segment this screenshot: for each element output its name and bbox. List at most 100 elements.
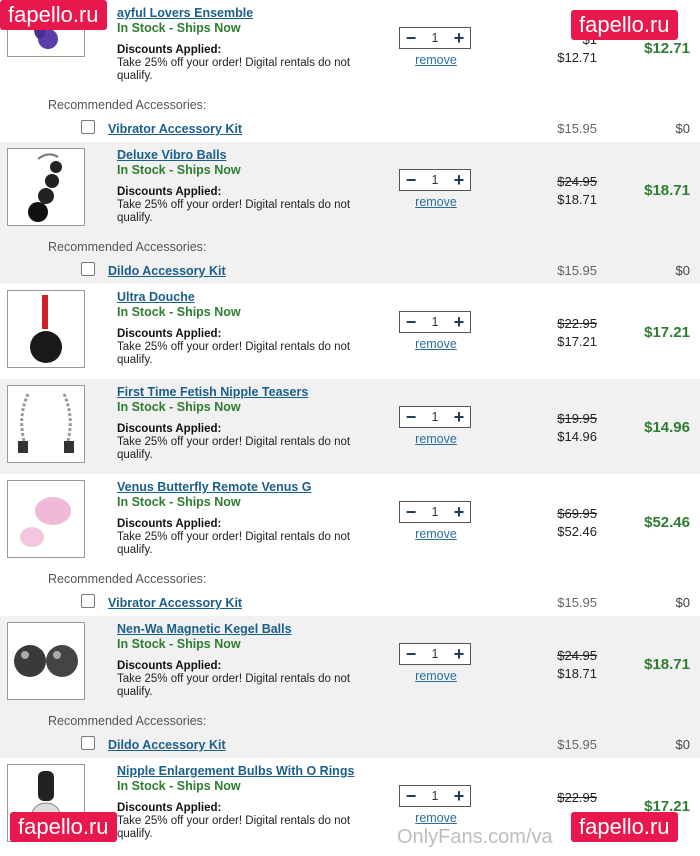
line-total: $12.71 — [644, 40, 690, 57]
remove-link[interactable]: remove — [399, 811, 473, 825]
product-thumbnail[interactable] — [7, 622, 85, 700]
accessory-price: $15.95 — [557, 595, 597, 610]
product-name-link[interactable]: Nipple Enlargement Bulbs With O Rings — [117, 764, 354, 778]
decrease-qty-button[interactable]: − — [400, 644, 422, 664]
recommended-label: Recommended Accessories: — [48, 714, 207, 728]
product-name-link[interactable]: Ultra Douche — [117, 290, 195, 304]
discount-title: Discounts Applied: — [117, 660, 222, 672]
quantity-value[interactable]: 1 — [422, 312, 448, 332]
product-name-link[interactable]: Venus Butterfly Remote Venus G — [117, 480, 312, 494]
decrease-qty-button[interactable]: − — [400, 170, 422, 190]
quantity-stepper: − 1 + — [399, 406, 471, 428]
quantity-value[interactable]: 1 — [422, 644, 448, 664]
sale-price: $17.21 — [557, 334, 597, 349]
sale-price: $52.46 — [557, 524, 597, 539]
decrease-qty-button[interactable]: − — [400, 502, 422, 522]
increase-qty-button[interactable]: + — [448, 312, 470, 332]
accessory-total: $0 — [675, 121, 690, 136]
original-price: $22.95 — [557, 790, 597, 805]
discount-title: Discounts Applied: — [117, 186, 222, 198]
accessory-link[interactable]: Dildo Accessory Kit — [108, 738, 226, 752]
accessory-checkbox[interactable] — [81, 262, 95, 276]
increase-qty-button[interactable]: + — [448, 502, 470, 522]
stock-status: In Stock - Ships Now — [117, 163, 241, 177]
accessory-checkbox[interactable] — [81, 736, 95, 750]
accessory-total: $0 — [675, 263, 690, 278]
remove-link[interactable]: remove — [399, 195, 473, 209]
sale-price: $12.71 — [557, 50, 597, 65]
quantity-stepper: − 1 + — [399, 27, 471, 49]
quantity-value[interactable]: 1 — [422, 786, 448, 806]
product-thumbnail[interactable] — [7, 290, 85, 368]
quantity-stepper: − 1 + — [399, 501, 471, 523]
original-price: $24.95 — [557, 648, 597, 663]
line-total: $52.46 — [644, 514, 690, 531]
remove-link[interactable]: remove — [399, 337, 473, 351]
remove-link[interactable]: remove — [399, 669, 473, 683]
accessory-total: $0 — [675, 737, 690, 752]
product-name-link[interactable]: ayful Lovers Ensemble — [117, 6, 253, 20]
accessory-checkbox[interactable] — [81, 120, 95, 134]
decrease-qty-button[interactable]: − — [400, 407, 422, 427]
accessory-checkbox[interactable] — [81, 594, 95, 608]
original-price: $22.95 — [557, 316, 597, 331]
product-name-link[interactable]: First Time Fetish Nipple Teasers — [117, 385, 308, 399]
recommended-label: Recommended Accessories: — [48, 572, 207, 586]
product-name-link[interactable]: Deluxe Vibro Balls — [117, 148, 227, 162]
line-total: $18.71 — [644, 182, 690, 199]
remove-link[interactable]: remove — [399, 527, 473, 541]
stock-status: In Stock - Ships Now — [117, 21, 241, 35]
product-thumbnail[interactable] — [7, 480, 85, 558]
increase-qty-button[interactable]: + — [448, 644, 470, 664]
discount-text: Take 25% off your order! Digital rentals… — [117, 815, 351, 840]
accessory-price: $15.95 — [557, 121, 597, 136]
quantity-value[interactable]: 1 — [422, 28, 448, 48]
line-total: $17.21 — [644, 324, 690, 341]
cart-list: ayful Lovers Ensemble In Stock - Ships N… — [0, 0, 700, 856]
cart-item-row: First Time Fetish Nipple Teasers In Stoc… — [0, 379, 700, 474]
watermark-badge: fapello.ru — [571, 10, 678, 40]
quantity-value[interactable]: 1 — [422, 170, 448, 190]
quantity-value[interactable]: 1 — [422, 502, 448, 522]
discount-text: Take 25% off your order! Digital rentals… — [117, 531, 351, 556]
increase-qty-button[interactable]: + — [448, 28, 470, 48]
sale-price: $14.96 — [557, 429, 597, 444]
stock-status: In Stock - Ships Now — [117, 305, 241, 319]
accessory-link[interactable]: Vibrator Accessory Kit — [108, 122, 242, 136]
discount-text: Take 25% off your order! Digital rentals… — [117, 341, 351, 366]
decrease-qty-button[interactable]: − — [400, 312, 422, 332]
watermark-badge: fapello.ru — [571, 812, 678, 842]
discount-text: Take 25% off your order! Digital rentals… — [117, 199, 351, 224]
discount-title: Discounts Applied: — [117, 802, 222, 814]
decrease-qty-button[interactable]: − — [400, 28, 422, 48]
original-price: $24.95 — [557, 174, 597, 189]
quantity-value[interactable]: 1 — [422, 407, 448, 427]
accessory-total: $0 — [675, 595, 690, 610]
remove-link[interactable]: remove — [399, 53, 473, 67]
cart-item-row: Nen-Wa Magnetic Kegel Balls In Stock - S… — [0, 616, 700, 758]
product-image — [20, 497, 71, 547]
quantity-stepper: − 1 + — [399, 643, 471, 665]
decrease-qty-button[interactable]: − — [400, 786, 422, 806]
product-thumbnail[interactable] — [7, 385, 85, 463]
quantity-stepper: − 1 + — [399, 311, 471, 333]
accessory-link[interactable]: Vibrator Accessory Kit — [108, 596, 242, 610]
remove-link[interactable]: remove — [399, 432, 473, 446]
quantity-stepper: − 1 + — [399, 169, 471, 191]
cart-item-row: Deluxe Vibro Balls In Stock - Ships Now … — [0, 142, 700, 284]
stock-status: In Stock - Ships Now — [117, 779, 241, 793]
cart-item-row: Venus Butterfly Remote Venus G In Stock … — [0, 474, 700, 616]
product-name-link[interactable]: Nen-Wa Magnetic Kegel Balls — [117, 622, 292, 636]
increase-qty-button[interactable]: + — [448, 170, 470, 190]
accessory-link[interactable]: Dildo Accessory Kit — [108, 264, 226, 278]
recommended-label: Recommended Accessories: — [48, 240, 207, 254]
product-image — [30, 295, 62, 363]
product-image — [14, 645, 78, 677]
product-thumbnail[interactable] — [7, 148, 85, 226]
original-price: $69.95 — [557, 506, 597, 521]
line-total: $18.71 — [644, 656, 690, 673]
increase-qty-button[interactable]: + — [448, 786, 470, 806]
accessory-price: $15.95 — [557, 263, 597, 278]
increase-qty-button[interactable]: + — [448, 407, 470, 427]
recommended-label: Recommended Accessories: — [48, 98, 207, 112]
